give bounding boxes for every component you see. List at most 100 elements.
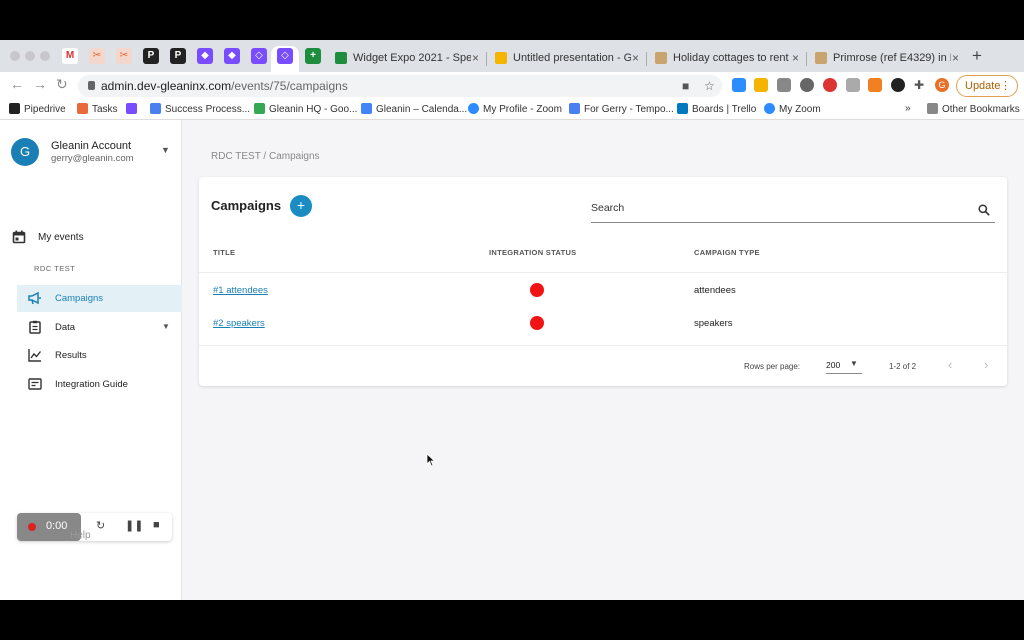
mouse-cursor-icon	[426, 453, 436, 467]
pause-icon[interactable]: ❚❚	[125, 519, 143, 532]
profile-avatar[interactable]: G	[935, 78, 949, 92]
forward-arrow-icon[interactable]: →	[33, 76, 47, 92]
extension-icon[interactable]	[754, 78, 768, 92]
stop-icon[interactable]: ■	[153, 519, 160, 531]
trello-icon	[677, 103, 688, 114]
bookmark-for-gerry[interactable]: For Gerry - Tempo...	[569, 103, 674, 115]
campaign-title-link[interactable]: #2 speakers	[213, 318, 265, 329]
tab-widget-expo[interactable]: Widget Expo 2021 - Speake×	[327, 46, 485, 72]
sidebar-item-campaigns[interactable]: Campaigns	[17, 285, 182, 312]
pagination: Rows per page: 200 ▼ 1-2 of 2 ‹ ›	[199, 345, 1007, 385]
rows-per-page-label: Rows per page:	[744, 362, 801, 371]
tab-title: Primrose (ref E4329) in Bea	[833, 52, 951, 65]
tab-title: Widget Expo 2021 - Speake	[353, 52, 471, 65]
sidebar-item-integration-guide[interactable]: Integration Guide	[17, 371, 182, 398]
slides-icon	[495, 52, 507, 65]
tasks-pinned-tab-icon[interactable]: ✂	[116, 48, 132, 64]
zoom-extension-icon[interactable]	[732, 78, 746, 92]
app-pinned-tab-icon[interactable]: ◇	[277, 48, 293, 64]
tab-title: Holiday cottages to rent in F	[673, 52, 791, 65]
bookmark-label: Success Process...	[165, 104, 251, 115]
bookmark-my-zoom[interactable]: My Zoom	[764, 103, 821, 115]
tab-primrose[interactable]: Primrose (ref E4329) in Bea×	[807, 46, 965, 72]
gmail-pinned-tab-icon[interactable]: M	[62, 48, 78, 64]
guide-screen-icon	[28, 378, 42, 390]
bookmark-tasks[interactable]: Tasks	[77, 103, 118, 115]
close-tab-icon[interactable]: ×	[472, 46, 479, 70]
search-icon[interactable]	[978, 204, 990, 216]
next-page-button[interactable]: ›	[984, 357, 988, 372]
calendar-icon	[12, 230, 26, 244]
extension-icon[interactable]	[868, 78, 882, 92]
bookmark-label: My Profile - Zoom	[483, 104, 562, 115]
drive-icon	[254, 103, 265, 114]
reload-icon[interactable]: ↻	[56, 76, 68, 93]
megaphone-icon	[28, 291, 41, 305]
adblock-extension-icon[interactable]	[823, 78, 837, 92]
bookmark-label: Other Bookmarks	[942, 104, 1020, 115]
house-icon	[815, 52, 827, 65]
column-header-integration-status[interactable]: INTEGRATION STATUS	[489, 248, 576, 257]
url-text[interactable]: admin.dev-gleaninx.com/events/75/campaig…	[101, 79, 348, 93]
campaign-title-link[interactable]: #1 attendees	[213, 285, 268, 296]
previous-page-button[interactable]: ‹	[948, 357, 952, 372]
new-tab-button[interactable]: +	[972, 46, 982, 66]
extension-icon[interactable]	[846, 78, 860, 92]
bookmark-label: Gleanin – Calenda...	[376, 104, 468, 115]
bookmark-pipedrive[interactable]: Pipedrive	[9, 103, 66, 115]
close-tab-icon[interactable]: ×	[632, 46, 639, 70]
record-dot-icon	[28, 523, 36, 531]
help-link[interactable]: Help	[70, 530, 91, 541]
sheets-pinned-tab-icon[interactable]: +	[305, 48, 321, 64]
search-input[interactable]	[591, 202, 961, 214]
extensions-puzzle-icon[interactable]: ✚	[914, 78, 924, 92]
sidebar-item-data[interactable]: Data ▼	[17, 314, 182, 341]
column-header-campaign-type[interactable]: CAMPAIGN TYPE	[694, 248, 760, 257]
tab-holiday-cottages[interactable]: Holiday cottages to rent in F×	[647, 46, 805, 72]
bookmark-star-icon[interactable]: ☆	[704, 79, 715, 93]
rows-per-page-select[interactable]: 200 ▼	[826, 358, 862, 374]
page-title: Campaigns	[211, 198, 282, 213]
back-arrow-icon[interactable]: ←	[10, 76, 24, 92]
screenshot-extension-icon[interactable]	[777, 78, 791, 92]
extension-icon[interactable]	[891, 78, 905, 92]
bookmark-gleanin-hq[interactable]: Gleanin HQ - Goo...	[254, 103, 357, 115]
pipedrive-pinned-tab-icon[interactable]: P	[143, 48, 159, 64]
bookmark-success-process[interactable]: Success Process...	[150, 103, 250, 115]
bookmarks-overflow-icon[interactable]: »	[905, 103, 911, 114]
account-email: gerry@gleanin.com	[51, 153, 134, 164]
bookmark-label: My Zoom	[779, 104, 821, 115]
close-window-icon[interactable]	[10, 51, 20, 61]
other-bookmarks[interactable]: Other Bookmarks	[927, 103, 1020, 115]
bookmark-trello[interactable]: Boards | Trello	[677, 103, 756, 115]
app-pinned-tab-icon[interactable]: ◆	[224, 48, 240, 64]
extension-icon[interactable]	[800, 78, 814, 92]
close-tab-icon[interactable]: ×	[792, 46, 799, 70]
bookmark-gleanin-calendar[interactable]: Gleanin – Calenda...	[361, 103, 467, 115]
sidebar-item-results[interactable]: Results	[17, 342, 182, 369]
sidebar-item-label: Campaigns	[55, 293, 104, 304]
sidebar-item-label: Integration Guide	[55, 379, 128, 390]
line-chart-icon	[28, 349, 42, 362]
tab-untitled-presentation[interactable]: Untitled presentation - Goo×	[487, 46, 645, 72]
pipedrive-pinned-tab-icon[interactable]: P	[170, 48, 186, 64]
app-pinned-tab-icon[interactable]: ◆	[197, 48, 213, 64]
app-icon	[126, 103, 137, 114]
bookmark-label: Boards | Trello	[692, 104, 757, 115]
camera-icon[interactable]: ■	[682, 79, 689, 93]
table-row: #1 attendees attendees	[199, 272, 1007, 306]
bookmark-label: Tasks	[92, 104, 118, 115]
update-button[interactable]: Update ⋮	[956, 75, 1018, 97]
bookmark-my-profile-zoom[interactable]: My Profile - Zoom	[468, 103, 562, 115]
app-pinned-tab-icon[interactable]: ◇	[251, 48, 267, 64]
restart-icon[interactable]: ↻	[96, 519, 105, 532]
close-tab-icon[interactable]: ×	[952, 46, 959, 70]
chevron-down-icon[interactable]: ▼	[161, 145, 170, 155]
minimize-window-icon[interactable]	[25, 51, 35, 61]
tasks-pinned-tab-icon[interactable]: ✂	[89, 48, 105, 64]
add-campaign-button[interactable]: +	[290, 195, 312, 217]
address-bar[interactable]: admin.dev-gleaninx.com/events/75/campaig…	[78, 75, 722, 97]
bookmark-app[interactable]	[126, 103, 141, 115]
column-header-title[interactable]: TITLE	[213, 248, 235, 257]
zoom-window-icon[interactable]	[40, 51, 50, 61]
